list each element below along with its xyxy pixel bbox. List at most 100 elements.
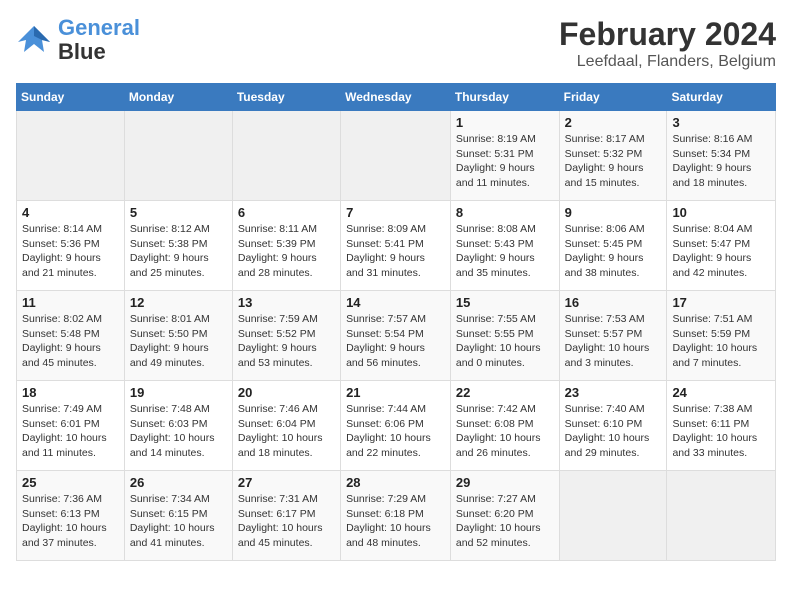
- calendar-cell: [17, 111, 125, 201]
- day-number: 16: [565, 295, 662, 310]
- day-number: 2: [565, 115, 662, 130]
- calendar-cell: 12Sunrise: 8:01 AM Sunset: 5:50 PM Dayli…: [124, 291, 232, 381]
- calendar-cell: 29Sunrise: 7:27 AM Sunset: 6:20 PM Dayli…: [450, 471, 559, 561]
- day-header-thursday: Thursday: [450, 84, 559, 111]
- calendar-table: SundayMondayTuesdayWednesdayThursdayFrid…: [16, 83, 776, 561]
- calendar-cell: 26 Sunrise: 7:34 AM Sunset: 6:15 PM Dayli…: [124, 471, 232, 561]
- day-number: 10: [672, 205, 770, 220]
- day-info: Sunrise: 7:46 AM Sunset: 6:04 PM Dayligh…: [238, 402, 335, 461]
- day-info: Sunrise: 8:08 AM Sunset: 5:43 PM Dayligh…: [456, 222, 554, 281]
- day-info: Sunrise: 7:48 AM Sunset: 6:03 PM Dayligh…: [130, 402, 227, 461]
- day-info: Sunrise: 7:51 AM Sunset: 5:59 PM Dayligh…: [672, 312, 770, 371]
- day-info: Sunrise: 7:42 AM Sunset: 6:08 PM Dayligh…: [456, 402, 554, 461]
- calendar-cell: [232, 111, 340, 201]
- title-area: February 2024 Leefdaal, Flanders, Belgiu…: [559, 16, 776, 71]
- day-info: Sunrise: 8:19 AM Sunset: 5:31 PM Dayligh…: [456, 132, 554, 191]
- day-info: Sunrise: 7:34 AM Sunset: 6:15 PM Dayligh…: [130, 492, 227, 551]
- day-info: Sunrise: 7:40 AM Sunset: 6:10 PM Dayligh…: [565, 402, 662, 461]
- calendar-cell: [667, 471, 776, 561]
- calendar-week-5: 25 Sunrise: 7:36 AM Sunset: 6:13 PM Dayli…: [17, 471, 776, 561]
- day-number: 24: [672, 385, 770, 400]
- calendar-cell: 1 Sunrise: 8:19 AM Sunset: 5:31 PM Daylig…: [450, 111, 559, 201]
- calendar-cell: 9 Sunrise: 8:06 AM Sunset: 5:45 PM Daylig…: [559, 201, 667, 291]
- day-header-friday: Friday: [559, 84, 667, 111]
- day-number: 4: [22, 205, 119, 220]
- day-number: 21: [346, 385, 445, 400]
- day-number: 29: [456, 475, 554, 490]
- day-info: Sunrise: 7:29 AM Sunset: 6:18 PM Dayligh…: [346, 492, 445, 551]
- day-info: Sunrise: 7:36 AM Sunset: 6:13 PM Dayligh…: [22, 492, 119, 551]
- day-number: 5: [130, 205, 227, 220]
- calendar-cell: 21Sunrise: 7:44 AM Sunset: 6:06 PM Dayli…: [341, 381, 451, 471]
- day-number: 1: [456, 115, 554, 130]
- day-number: 18: [22, 385, 119, 400]
- day-info: Sunrise: 7:57 AM Sunset: 5:54 PM Dayligh…: [346, 312, 445, 371]
- calendar-cell: 5 Sunrise: 8:12 AM Sunset: 5:38 PM Daylig…: [124, 201, 232, 291]
- day-number: 15: [456, 295, 554, 310]
- day-number: 11: [22, 295, 119, 310]
- day-info: Sunrise: 8:17 AM Sunset: 5:32 PM Dayligh…: [565, 132, 662, 191]
- calendar-cell: 11 Sunrise: 8:02 AM Sunset: 5:48 PM Dayli…: [17, 291, 125, 381]
- page-subtitle: Leefdaal, Flanders, Belgium: [559, 53, 776, 71]
- header: GeneralBlue February 2024 Leefdaal, Flan…: [16, 16, 776, 71]
- day-info: Sunrise: 7:49 AM Sunset: 6:01 PM Dayligh…: [22, 402, 119, 461]
- calendar-cell: 22Sunrise: 7:42 AM Sunset: 6:08 PM Dayli…: [450, 381, 559, 471]
- day-number: 28: [346, 475, 445, 490]
- calendar-cell: 18 Sunrise: 7:49 AM Sunset: 6:01 PM Dayli…: [17, 381, 125, 471]
- day-header-saturday: Saturday: [667, 84, 776, 111]
- calendar-cell: 20 Sunrise: 7:46 AM Sunset: 6:04 PM Dayli…: [232, 381, 340, 471]
- calendar-cell: [559, 471, 667, 561]
- day-number: 17: [672, 295, 770, 310]
- day-number: 19: [130, 385, 227, 400]
- day-info: Sunrise: 7:31 AM Sunset: 6:17 PM Dayligh…: [238, 492, 335, 551]
- day-header-sunday: Sunday: [17, 84, 125, 111]
- day-info: Sunrise: 8:04 AM Sunset: 5:47 PM Dayligh…: [672, 222, 770, 281]
- day-number: 20: [238, 385, 335, 400]
- day-number: 23: [565, 385, 662, 400]
- calendar-cell: 17 Sunrise: 7:51 AM Sunset: 5:59 PM Dayli…: [667, 291, 776, 381]
- day-header-tuesday: Tuesday: [232, 84, 340, 111]
- day-info: Sunrise: 8:02 AM Sunset: 5:48 PM Dayligh…: [22, 312, 119, 371]
- day-info: Sunrise: 8:16 AM Sunset: 5:34 PM Dayligh…: [672, 132, 770, 191]
- day-info: Sunrise: 8:09 AM Sunset: 5:41 PM Dayligh…: [346, 222, 445, 281]
- logo: GeneralBlue: [16, 16, 140, 64]
- calendar-cell: 3 Sunrise: 8:16 AM Sunset: 5:34 PM Daylig…: [667, 111, 776, 201]
- day-number: 25: [22, 475, 119, 490]
- calendar-cell: 19 Sunrise: 7:48 AM Sunset: 6:03 PM Dayli…: [124, 381, 232, 471]
- calendar-cell: [124, 111, 232, 201]
- calendar-cell: 25 Sunrise: 7:36 AM Sunset: 6:13 PM Dayli…: [17, 471, 125, 561]
- calendar-week-2: 4 Sunrise: 8:14 AM Sunset: 5:36 PM Daylig…: [17, 201, 776, 291]
- calendar-cell: 23 Sunrise: 7:40 AM Sunset: 6:10 PM Dayli…: [559, 381, 667, 471]
- day-number: 13: [238, 295, 335, 310]
- calendar-week-3: 11 Sunrise: 8:02 AM Sunset: 5:48 PM Dayli…: [17, 291, 776, 381]
- day-number: 9: [565, 205, 662, 220]
- calendar-week-4: 18 Sunrise: 7:49 AM Sunset: 6:01 PM Dayli…: [17, 381, 776, 471]
- calendar-cell: 24 Sunrise: 7:38 AM Sunset: 6:11 PM Dayli…: [667, 381, 776, 471]
- calendar-cell: 4 Sunrise: 8:14 AM Sunset: 5:36 PM Daylig…: [17, 201, 125, 291]
- calendar-cell: 6Sunrise: 8:11 AM Sunset: 5:39 PM Daylig…: [232, 201, 340, 291]
- calendar-cell: 15 Sunrise: 7:55 AM Sunset: 5:55 PM Dayli…: [450, 291, 559, 381]
- day-number: 8: [456, 205, 554, 220]
- calendar-cell: 16 Sunrise: 7:53 AM Sunset: 5:57 PM Dayli…: [559, 291, 667, 381]
- day-info: Sunrise: 8:06 AM Sunset: 5:45 PM Dayligh…: [565, 222, 662, 281]
- calendar-week-1: 1 Sunrise: 8:19 AM Sunset: 5:31 PM Daylig…: [17, 111, 776, 201]
- calendar-cell: 10 Sunrise: 8:04 AM Sunset: 5:47 PM Dayli…: [667, 201, 776, 291]
- day-number: 26: [130, 475, 227, 490]
- day-number: 27: [238, 475, 335, 490]
- calendar-cell: [341, 111, 451, 201]
- day-info: Sunrise: 7:38 AM Sunset: 6:11 PM Dayligh…: [672, 402, 770, 461]
- day-info: Sunrise: 7:53 AM Sunset: 5:57 PM Dayligh…: [565, 312, 662, 371]
- day-number: 6: [238, 205, 335, 220]
- day-info: Sunrise: 8:01 AM Sunset: 5:50 PM Dayligh…: [130, 312, 227, 371]
- day-info: Sunrise: 8:12 AM Sunset: 5:38 PM Dayligh…: [130, 222, 227, 281]
- day-info: Sunrise: 7:55 AM Sunset: 5:55 PM Dayligh…: [456, 312, 554, 371]
- logo-icon: [16, 22, 52, 58]
- calendar-cell: 8 Sunrise: 8:08 AM Sunset: 5:43 PM Daylig…: [450, 201, 559, 291]
- day-info: Sunrise: 8:14 AM Sunset: 5:36 PM Dayligh…: [22, 222, 119, 281]
- day-number: 7: [346, 205, 445, 220]
- day-info: Sunrise: 7:59 AM Sunset: 5:52 PM Dayligh…: [238, 312, 335, 371]
- calendar-cell: 14Sunrise: 7:57 AM Sunset: 5:54 PM Dayli…: [341, 291, 451, 381]
- logo-text: GeneralBlue: [58, 16, 140, 64]
- day-number: 3: [672, 115, 770, 130]
- day-header-monday: Monday: [124, 84, 232, 111]
